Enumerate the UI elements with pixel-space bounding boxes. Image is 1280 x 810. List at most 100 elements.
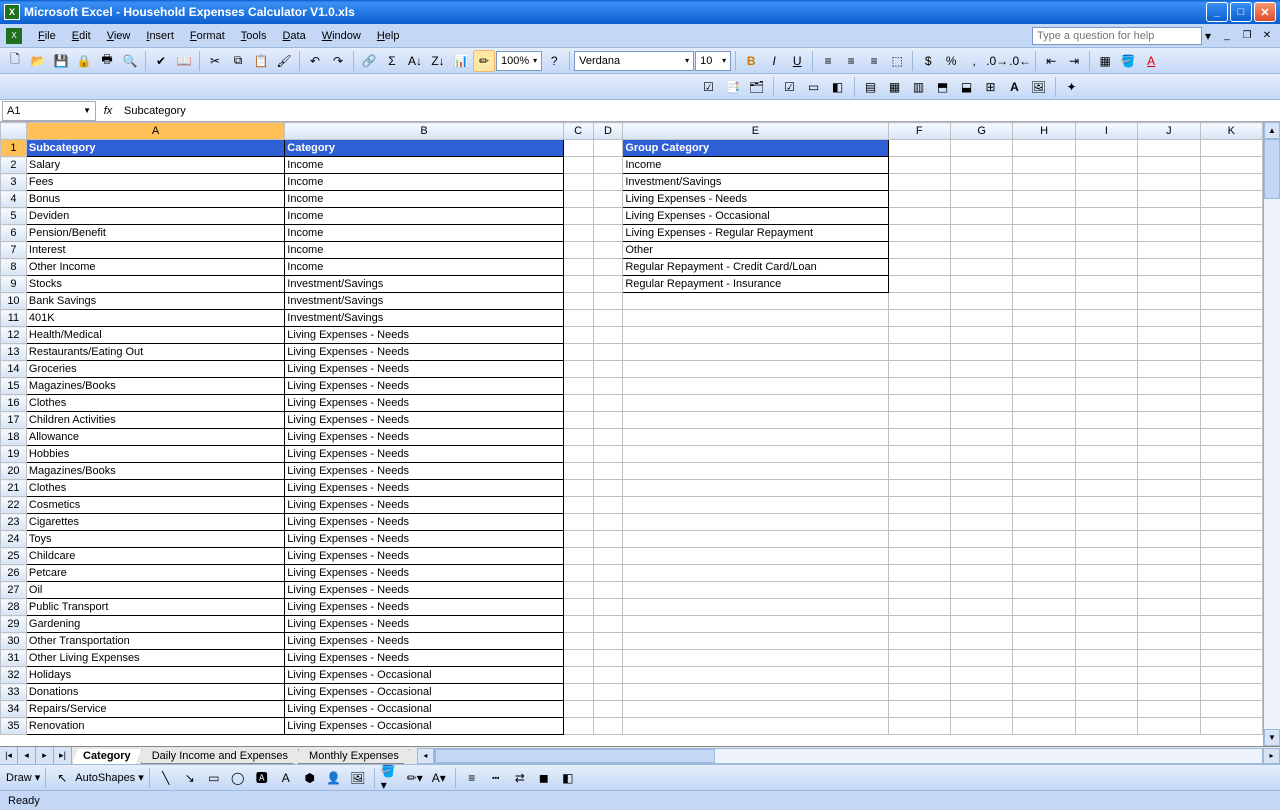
cell-A1[interactable]: Subcategory (26, 140, 284, 157)
cell-F11[interactable] (888, 310, 950, 327)
chart-icon[interactable]: 📊 (450, 50, 472, 72)
cell-C8[interactable] (563, 259, 593, 276)
cell-A11[interactable]: 401K (26, 310, 284, 327)
cell-E9[interactable]: Regular Repayment - Insurance (623, 276, 888, 293)
cell-D34[interactable] (593, 701, 623, 718)
cell-J17[interactable] (1138, 412, 1200, 429)
col-header-F[interactable]: F (888, 123, 950, 140)
cell-G7[interactable] (950, 242, 1012, 259)
form-btn-2[interactable]: 📑 (722, 76, 744, 98)
cell-B3[interactable]: Income (285, 174, 563, 191)
cell-A23[interactable]: Cigarettes (26, 514, 284, 531)
cell-J19[interactable] (1138, 446, 1200, 463)
name-box[interactable]: A1▼ (2, 101, 96, 121)
cell-A9[interactable]: Stocks (26, 276, 284, 293)
doc-minimize-button[interactable]: _ (1220, 29, 1234, 43)
cell-A13[interactable]: Restaurants/Eating Out (26, 344, 284, 361)
row-header-9[interactable]: 9 (1, 276, 27, 293)
cell-K12[interactable] (1200, 327, 1262, 344)
cell-K33[interactable] (1200, 684, 1262, 701)
cell-I35[interactable] (1075, 718, 1137, 735)
cell-A3[interactable]: Fees (26, 174, 284, 191)
cell-E1[interactable]: Group Category (623, 140, 888, 157)
cell-K2[interactable] (1200, 157, 1262, 174)
col-header-K[interactable]: K (1200, 123, 1262, 140)
cell-J15[interactable] (1138, 378, 1200, 395)
form-btn-9[interactable]: ▥ (908, 76, 930, 98)
maximize-button[interactable]: □ (1230, 2, 1252, 22)
cell-I30[interactable] (1075, 633, 1137, 650)
row-header-23[interactable]: 23 (1, 514, 27, 531)
cell-A33[interactable]: Donations (26, 684, 284, 701)
cell-A20[interactable]: Magazines/Books (26, 463, 284, 480)
cell-G14[interactable] (950, 361, 1012, 378)
tab-prev-icon[interactable]: ◂ (18, 747, 36, 764)
cell-E3[interactable]: Investment/Savings (623, 174, 888, 191)
col-header-G[interactable]: G (950, 123, 1012, 140)
cell-F17[interactable] (888, 412, 950, 429)
permission-icon[interactable]: 🔒 (73, 50, 95, 72)
cell-H28[interactable] (1013, 599, 1075, 616)
cell-F30[interactable] (888, 633, 950, 650)
cell-I25[interactable] (1075, 548, 1137, 565)
merge-icon[interactable]: ⬚ (886, 50, 908, 72)
cell-H9[interactable] (1013, 276, 1075, 293)
spelling-icon[interactable]: ✔ (150, 50, 172, 72)
cell-F26[interactable] (888, 565, 950, 582)
align-right-icon[interactable]: ≡ (863, 50, 885, 72)
cell-I12[interactable] (1075, 327, 1137, 344)
row-header-13[interactable]: 13 (1, 344, 27, 361)
cell-C24[interactable] (563, 531, 593, 548)
cell-H26[interactable] (1013, 565, 1075, 582)
cell-B13[interactable]: Living Expenses - Needs (285, 344, 563, 361)
form-btn-3[interactable]: 🗂 (746, 76, 768, 98)
cell-D23[interactable] (593, 514, 623, 531)
row-header-10[interactable]: 10 (1, 293, 27, 310)
cell-I20[interactable] (1075, 463, 1137, 480)
cell-A6[interactable]: Pension/Benefit (26, 225, 284, 242)
cell-G24[interactable] (950, 531, 1012, 548)
cell-C23[interactable] (563, 514, 593, 531)
cell-E27[interactable] (623, 582, 888, 599)
cell-A34[interactable]: Repairs/Service (26, 701, 284, 718)
cell-B27[interactable]: Living Expenses - Needs (285, 582, 563, 599)
cell-C14[interactable] (563, 361, 593, 378)
cell-B6[interactable]: Income (285, 225, 563, 242)
cell-I21[interactable] (1075, 480, 1137, 497)
row-header-28[interactable]: 28 (1, 599, 27, 616)
cell-D33[interactable] (593, 684, 623, 701)
cell-E6[interactable]: Living Expenses - Regular Repayment (623, 225, 888, 242)
cell-H7[interactable] (1013, 242, 1075, 259)
line-style-icon[interactable]: ≡ (461, 767, 483, 789)
cell-I1[interactable] (1075, 140, 1137, 157)
cell-D27[interactable] (593, 582, 623, 599)
cell-F3[interactable] (888, 174, 950, 191)
cell-C7[interactable] (563, 242, 593, 259)
cell-D31[interactable] (593, 650, 623, 667)
menu-help[interactable]: Help (369, 27, 408, 45)
cell-G31[interactable] (950, 650, 1012, 667)
sort-desc-icon[interactable]: Z↓ (427, 50, 449, 72)
cell-A8[interactable]: Other Income (26, 259, 284, 276)
picture-icon[interactable]: 🖼 (347, 767, 369, 789)
col-header-D[interactable]: D (593, 123, 623, 140)
cell-I2[interactable] (1075, 157, 1137, 174)
cell-E11[interactable] (623, 310, 888, 327)
cell-K30[interactable] (1200, 633, 1262, 650)
undo-icon[interactable]: ↶ (304, 50, 326, 72)
cell-C21[interactable] (563, 480, 593, 497)
cell-J10[interactable] (1138, 293, 1200, 310)
cell-G3[interactable] (950, 174, 1012, 191)
cell-J11[interactable] (1138, 310, 1200, 327)
cell-G5[interactable] (950, 208, 1012, 225)
cell-I32[interactable] (1075, 667, 1137, 684)
row-header-6[interactable]: 6 (1, 225, 27, 242)
cell-H15[interactable] (1013, 378, 1075, 395)
cell-I6[interactable] (1075, 225, 1137, 242)
row-header-4[interactable]: 4 (1, 191, 27, 208)
cell-J7[interactable] (1138, 242, 1200, 259)
cell-A26[interactable]: Petcare (26, 565, 284, 582)
cell-J9[interactable] (1138, 276, 1200, 293)
cell-J20[interactable] (1138, 463, 1200, 480)
research-icon[interactable]: 📖 (173, 50, 195, 72)
